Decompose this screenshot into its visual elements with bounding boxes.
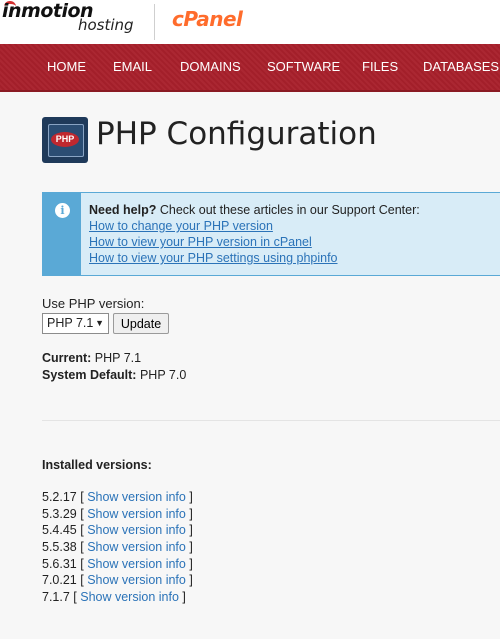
version-row: 5.4.45 [ Show version info ] <box>42 522 193 539</box>
help-heading-text: Check out these articles in our Support … <box>156 203 420 217</box>
php-badge: PHP <box>51 132 79 147</box>
show-version-info-link[interactable]: Show version info <box>87 490 186 504</box>
current-version: Current: PHP 7.1 <box>42 351 141 365</box>
bracket-open: [ <box>69 590 81 605</box>
bracket-open: [ <box>76 556 88 571</box>
nav-databases[interactable]: DATABASES <box>423 59 499 74</box>
installed-versions-heading: Installed versions: <box>42 458 152 472</box>
help-box: i Need help? Check out these articles in… <box>42 192 500 276</box>
php-config-icon: PHP <box>42 117 88 163</box>
version-row: 5.6.31 [ Show version info ] <box>42 556 193 573</box>
info-icon: i <box>55 203 70 218</box>
help-heading: Need help? Check out these articles in o… <box>89 203 420 217</box>
nav-home[interactable]: HOME <box>47 59 86 74</box>
bracket-close: ] <box>178 590 186 605</box>
help-link-phpinfo[interactable]: How to view your PHP settings using phpi… <box>89 251 420 265</box>
version-row: 5.3.29 [ Show version info ] <box>42 506 193 523</box>
show-version-info-link[interactable]: Show version info <box>87 540 186 554</box>
current-value: PHP 7.1 <box>91 351 142 365</box>
show-version-info-link[interactable]: Show version info <box>87 573 186 587</box>
show-version-info-link[interactable]: Show version info <box>80 590 179 604</box>
page-title: PHP Configuration <box>96 116 377 152</box>
system-default-label: System Default: <box>42 368 137 382</box>
bracket-close: ] <box>185 490 193 504</box>
version-number: 5.4.45 <box>42 523 77 538</box>
bracket-open: [ <box>76 506 88 521</box>
system-default-value: PHP 7.0 <box>136 368 187 382</box>
nav-domains[interactable]: DOMAINS <box>180 59 241 74</box>
help-link-change-version[interactable]: How to change your PHP version <box>89 219 420 233</box>
nav-software[interactable]: SOFTWARE <box>267 59 340 74</box>
dropdown-caret-icon: ▼ <box>95 318 104 328</box>
show-version-info-link[interactable]: Show version info <box>87 557 186 571</box>
bracket-close: ] <box>185 506 193 521</box>
version-number: 7.1.7 <box>42 590 70 605</box>
help-link-view-version[interactable]: How to view your PHP version in cPanel <box>89 235 420 249</box>
installed-versions-list: 5.2.17 [ Show version info ] 5.3.29 [ Sho… <box>42 489 193 606</box>
system-default-version: System Default: PHP 7.0 <box>42 368 186 382</box>
bracket-open: [ <box>76 540 88 555</box>
inmotion-hosting-logo[interactable]: inmotion hosting <box>2 0 140 44</box>
version-row: 5.2.17 [ Show version info ] <box>42 489 193 506</box>
version-row: 7.0.21 [ Show version info ] <box>42 572 193 589</box>
update-button[interactable]: Update <box>113 313 169 334</box>
nav-email[interactable]: EMAIL <box>113 59 152 74</box>
brand-divider <box>154 4 155 40</box>
help-content: Need help? Check out these articles in o… <box>89 203 420 265</box>
version-number: 5.3.29 <box>42 506 77 521</box>
version-row: 7.1.7 [ Show version info ] <box>42 589 193 606</box>
section-divider <box>42 420 500 421</box>
version-number: 5.5.38 <box>42 540 77 555</box>
version-number: 5.2.17 <box>42 490 77 504</box>
main-nav: HOME EMAIL DOMAINS SOFTWARE FILES DATABA… <box>0 44 500 92</box>
brand-bar: inmotion hosting cPanel <box>0 0 500 44</box>
use-php-version-label: Use PHP version: <box>42 296 145 311</box>
bracket-close: ] <box>185 540 193 555</box>
current-label: Current: <box>42 351 92 365</box>
help-heading-bold: Need help? <box>89 203 157 217</box>
logo-word-hosting: hosting <box>78 16 134 34</box>
bracket-open: [ <box>76 523 88 538</box>
version-row: 5.5.38 [ Show version info ] <box>42 539 193 556</box>
php-version-selected: PHP 7.1 <box>47 316 94 330</box>
bracket-open: [ <box>76 490 88 504</box>
bracket-close: ] <box>185 573 193 588</box>
bracket-open: [ <box>76 573 88 588</box>
help-strip: i <box>43 193 81 275</box>
nav-files[interactable]: FILES <box>362 59 398 74</box>
version-number: 5.6.31 <box>42 556 77 571</box>
bracket-close: ] <box>185 556 193 571</box>
show-version-info-link[interactable]: Show version info <box>87 523 186 537</box>
cpanel-logo[interactable]: cPanel <box>172 7 243 31</box>
bracket-close: ] <box>185 523 193 538</box>
version-number: 7.0.21 <box>42 573 77 588</box>
php-version-select[interactable]: PHP 7.1 ▼ <box>42 313 109 334</box>
show-version-info-link[interactable]: Show version info <box>87 507 186 521</box>
